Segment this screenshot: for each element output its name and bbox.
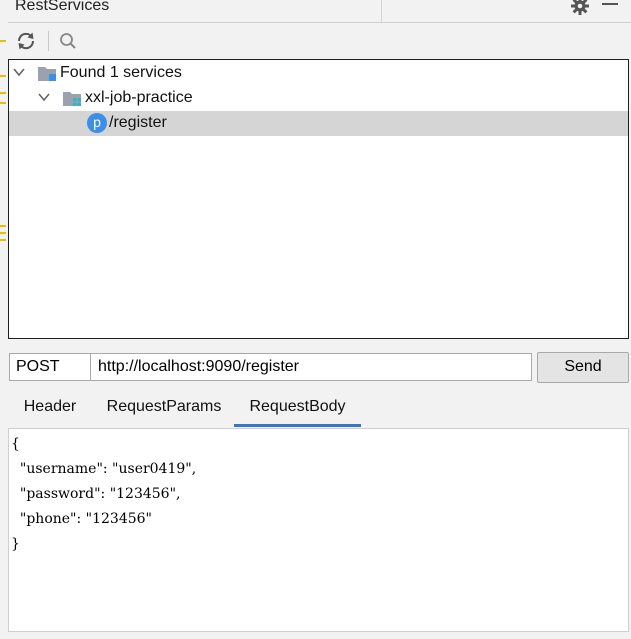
tab-header[interactable]: Header <box>16 388 84 426</box>
gutter-marker <box>0 75 6 77</box>
tree-root-label: Found 1 services <box>60 64 182 81</box>
tab-request-body[interactable]: RequestBody <box>234 388 361 427</box>
gutter-marker <box>0 102 6 104</box>
request-body-editor[interactable]: { "username": "user0419", "password": "1… <box>8 428 629 632</box>
gutter-marker <box>0 92 6 94</box>
post-method-icon: p <box>87 113 107 133</box>
request-tabs: Header RequestParams RequestBody <box>8 388 631 428</box>
search-icon[interactable] <box>57 30 79 52</box>
gutter-marker <box>0 40 6 42</box>
toolbar-divider <box>48 31 49 51</box>
panel-toolbar <box>8 23 631 59</box>
chevron-down-icon[interactable] <box>13 66 25 78</box>
gutter-marker <box>0 225 6 227</box>
services-folder-icon <box>38 67 56 81</box>
editor-gutter-fragment <box>0 0 8 639</box>
title-divider <box>381 0 382 22</box>
tree-endpoint-row[interactable]: p /register <box>9 111 628 136</box>
tree-endpoint-label: /register <box>109 114 167 131</box>
panel-title: RestServices <box>15 0 110 14</box>
tab-request-params[interactable]: RequestParams <box>96 388 232 426</box>
chevron-down-icon[interactable] <box>38 91 50 103</box>
request-bar: Send <box>8 352 629 383</box>
gutter-marker <box>0 232 6 234</box>
minimize-icon[interactable] <box>602 3 618 5</box>
gutter-marker <box>0 239 6 241</box>
tree-module-label: xxl-job-practice <box>85 89 193 106</box>
bottom-edge <box>0 632 631 639</box>
gear-icon[interactable] <box>570 0 590 16</box>
services-tree: Found 1 services xxl-job-practice p /reg… <box>8 59 629 339</box>
tree-module-row[interactable]: xxl-job-practice <box>9 86 628 111</box>
refresh-icon[interactable] <box>15 30 37 52</box>
send-button[interactable]: Send <box>537 352 629 383</box>
request-body-text[interactable]: { "username": "user0419", "password": "1… <box>11 432 196 557</box>
panel-title-bar: RestServices <box>8 0 631 23</box>
url-field[interactable] <box>90 353 532 381</box>
module-folder-icon <box>63 92 81 106</box>
tree-root-row[interactable]: Found 1 services <box>9 61 628 86</box>
method-field[interactable] <box>9 353 91 381</box>
